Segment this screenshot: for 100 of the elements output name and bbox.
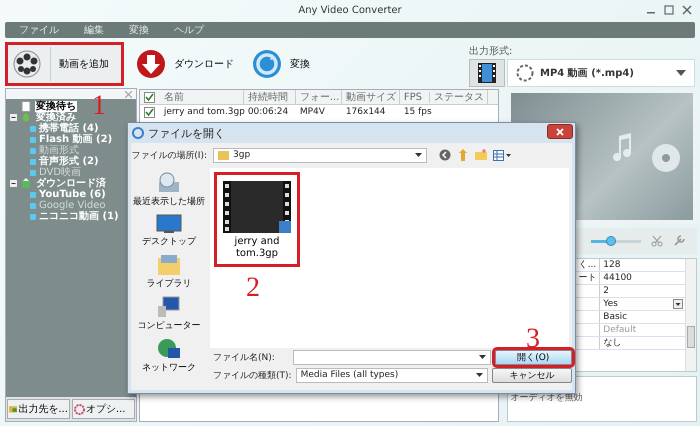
toolbar-button[interactable]: ダウンロード — [130, 42, 240, 86]
close-button[interactable] — [547, 124, 573, 139]
bullet-icon — [30, 214, 36, 220]
close-icon — [556, 128, 564, 136]
caret-icon — [478, 355, 486, 359]
property-value: Default — [603, 324, 636, 336]
location-value: 3gp — [233, 150, 250, 160]
output-format-dropdown[interactable]: MP4 動画 (*.mp4) — [507, 59, 695, 87]
step-number: 1 — [92, 92, 106, 120]
dialog-title: ファイルを開く — [148, 126, 225, 140]
place-item[interactable]: ネットワーク — [142, 338, 196, 374]
location-dropdown[interactable]: 3gp — [213, 148, 427, 162]
download-icon — [136, 49, 166, 79]
tree-item[interactable]: ニコニコ動画 (1) — [39, 211, 119, 222]
tree-item[interactable]: Flash 動画 (2) — [39, 134, 112, 145]
dropdown-icon[interactable] — [673, 299, 683, 309]
video-thumbnail — [223, 181, 291, 233]
new-folder-icon[interactable] — [475, 149, 487, 161]
column-header[interactable]: 動画サイズ — [342, 90, 400, 104]
bullet-icon — [30, 202, 36, 208]
property-label: く... — [578, 260, 596, 270]
file-item[interactable]: jerry and tom.3gp — [214, 172, 300, 267]
bullet-icon — [30, 148, 36, 154]
caret-icon — [476, 373, 484, 377]
bullet-icon — [30, 158, 36, 164]
table-cell: MP4V — [300, 107, 325, 117]
file-type-dropdown[interactable]: Media Files (all types) — [296, 368, 488, 382]
tree-item[interactable]: 変換済み — [35, 112, 77, 123]
step-number: 2 — [246, 274, 260, 302]
caret-icon — [676, 70, 686, 76]
panel-button[interactable]: オプシ... — [72, 399, 135, 419]
property-value: 2 — [603, 285, 610, 297]
close-icon[interactable] — [682, 5, 692, 15]
place-item[interactable]: デスクトップ — [142, 214, 196, 248]
column-header[interactable]: 持続時間 — [244, 90, 296, 104]
table-cell: 15 fps — [404, 107, 432, 117]
menu-item[interactable]: ヘルプ — [174, 23, 204, 37]
table-cell: 176x144 — [346, 107, 386, 117]
caret-icon — [415, 153, 422, 157]
output-format-label: 出力形式: — [469, 44, 514, 58]
menu-item[interactable]: 編集 — [84, 23, 104, 37]
file-name-label: ファイル名(N): — [213, 352, 276, 364]
document-icon — [21, 101, 31, 112]
property-label: ート — [578, 273, 596, 283]
monitor-icon — [156, 214, 182, 234]
toolbar-button[interactable]: 動画を追加 — [5, 42, 124, 86]
column-header[interactable]: FPS — [400, 92, 430, 102]
place-item[interactable]: ライブラリ — [146, 254, 192, 290]
column-header[interactable]: ステータス — [430, 90, 488, 104]
property-description: オーディオを無効 — [510, 393, 582, 403]
collapse-icon[interactable] — [10, 114, 17, 121]
cancel-button[interactable]: キャンセル — [492, 368, 572, 382]
column-header[interactable]: 名前 — [160, 90, 244, 104]
tree-item[interactable]: 音声形式 (2) — [39, 156, 99, 167]
format-type-button[interactable] — [469, 59, 505, 87]
maximize-icon[interactable] — [664, 5, 674, 15]
library-icon — [157, 254, 181, 276]
app-icon — [132, 127, 144, 139]
folder-icon — [9, 404, 18, 414]
computer-icon — [157, 296, 181, 318]
property-value: Basic — [603, 311, 628, 323]
property-value: 128 — [603, 259, 620, 271]
menu-item[interactable]: 変換 — [129, 23, 149, 37]
globe-icon — [157, 338, 181, 360]
menu-item[interactable]: ファイル — [19, 23, 59, 37]
bullet-icon — [30, 192, 36, 198]
collapse-icon[interactable] — [10, 180, 17, 187]
tree-item[interactable]: ダウンロード済 — [35, 178, 107, 189]
panel-button[interactable]: 出力先を... — [7, 399, 70, 419]
toolbar-button[interactable]: 変換 — [246, 42, 316, 86]
checkbox[interactable] — [144, 92, 156, 102]
table-cell: 00:06:24 — [248, 107, 288, 117]
window-title: Any Video Converter — [298, 4, 402, 16]
bullet-icon — [30, 170, 36, 176]
property-value: Yes — [603, 298, 618, 310]
tree-item[interactable]: 変換待ち — [35, 101, 77, 112]
recent-places-icon — [157, 172, 181, 194]
place-item[interactable]: 最近表示した場所 — [133, 172, 205, 208]
location-label: ファイルの場所(I): — [131, 150, 207, 162]
convert-icon — [252, 49, 282, 79]
scrollbar[interactable] — [685, 259, 696, 371]
box-icon — [21, 178, 31, 189]
music-note-icon — [611, 133, 634, 163]
gear-icon — [74, 404, 85, 414]
back-icon[interactable] — [439, 149, 451, 161]
close-icon[interactable] — [124, 90, 132, 98]
disc-icon — [651, 143, 682, 173]
output-format-value: MP4 動画 (*.mp4) — [540, 66, 634, 80]
tree-item[interactable]: YouTube (6) — [39, 189, 106, 200]
property-value: 44100 — [603, 272, 632, 284]
view-menu-icon[interactable] — [493, 150, 511, 160]
file-name-field[interactable] — [292, 350, 490, 364]
checkbox[interactable] — [144, 106, 156, 118]
filmstrip-icon — [477, 62, 497, 84]
bullet-icon — [30, 126, 36, 132]
place-item[interactable]: コンピューター — [138, 296, 200, 332]
column-header[interactable]: フォー... — [296, 90, 342, 104]
tree-item[interactable]: 携帯電話 (4) — [39, 123, 99, 134]
table-cell: jerry and tom.3gp — [164, 107, 245, 117]
leaf-icon — [21, 112, 31, 123]
